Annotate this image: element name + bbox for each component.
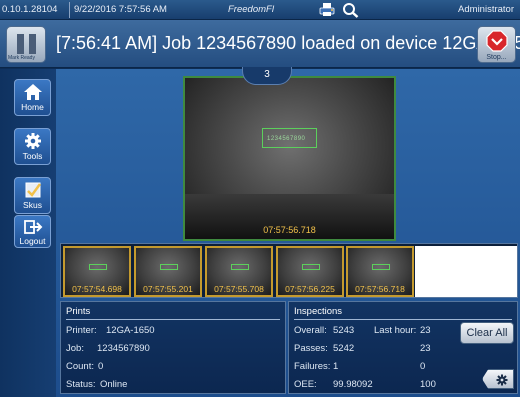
thumbnail[interactable]: 07:57:55.201 [134, 246, 202, 297]
passes-label: Passes: [294, 343, 328, 354]
divider [69, 2, 70, 18]
status-value: Online [100, 379, 128, 390]
gear-icon [496, 374, 508, 386]
skus-icon [25, 182, 41, 198]
thumbnail-timestamp: 07:57:54.698 [72, 284, 122, 294]
passes-value: 5242 [333, 343, 355, 354]
thumbnail-timestamp: 07:57:56.718 [355, 284, 405, 294]
thumbnail[interactable]: 07:57:55.708 [205, 246, 273, 297]
failures-hour-value: 0 [420, 361, 426, 372]
prints-title: Prints [66, 306, 91, 317]
app-name: FreedomFl [228, 4, 274, 15]
divider [294, 319, 512, 320]
camera-timestamp: 07:57:56.718 [263, 225, 316, 235]
thumbnail-empty-slot [415, 246, 517, 297]
pause-icon-bar [29, 34, 36, 54]
thumbnail-region [231, 264, 249, 270]
thumbnail-region [160, 264, 178, 270]
count-label: Count: [66, 361, 94, 372]
top-status-bar: 0.10.1.28104 9/22/2016 7:57:56 AM Freedo… [0, 0, 520, 20]
search-icon[interactable] [342, 2, 359, 21]
stop-icon [486, 30, 508, 52]
sidebar-item-logout[interactable]: Logout [14, 215, 51, 248]
job-value: 1234567890 [97, 343, 150, 354]
printer-icon[interactable] [319, 2, 335, 20]
sidebar-item-skus[interactable]: Skus [14, 177, 51, 214]
overall-label: Overall: [294, 325, 327, 336]
thumbnail-timestamp: 07:57:55.201 [143, 284, 193, 294]
pause-button[interactable]: Mark Ready [6, 26, 46, 63]
logout-icon [23, 220, 42, 234]
thumbnail[interactable]: 07:57:54.698 [63, 246, 131, 297]
thumbnail[interactable]: 07:57:56.718 [346, 246, 414, 297]
sidebar: Home Tools Skus Logout [0, 69, 56, 397]
camera-tab-number[interactable]: 3 [242, 67, 292, 85]
camera-live-view[interactable]: 1234567890 07:57:56.718 [183, 76, 396, 241]
failures-label: Failures: [294, 361, 331, 372]
home-icon [23, 84, 42, 100]
thumbnail-timestamp: 07:57:55.708 [214, 284, 264, 294]
printer-value: 12GA-1650 [106, 325, 155, 336]
divider [66, 319, 280, 320]
sidebar-item-label: Home [21, 102, 44, 112]
sidebar-item-label: Tools [22, 151, 43, 161]
thumbnail-timestamp: 07:57:56.225 [285, 284, 335, 294]
printer-label: Printer: [66, 325, 97, 336]
thumbnail-region [89, 264, 107, 270]
oee-value: 99.98092 [333, 379, 373, 390]
pause-icon [17, 34, 24, 54]
stop-button[interactable]: Stop... [477, 26, 516, 63]
inspections-title: Inspections [294, 306, 343, 317]
clear-all-button[interactable]: Clear All [460, 322, 514, 344]
sidebar-item-tools[interactable]: Tools [14, 128, 51, 165]
oee-label: OEE: [294, 379, 317, 390]
thumbnail-strip: 07:57:54.698 07:57:55.201 07:57:55.708 0… [60, 243, 518, 298]
thumbnail[interactable]: 07:57:56.225 [276, 246, 344, 297]
pause-button-label: Mark Ready [8, 55, 35, 61]
gear-icon [24, 133, 41, 149]
passes-hour-value: 23 [420, 343, 431, 354]
last-hour-label: Last hour: [374, 325, 417, 336]
ocr-text: 1234567890 [267, 136, 306, 142]
failures-value: 1 [333, 361, 339, 372]
user-name[interactable]: Administrator [458, 4, 514, 15]
sidebar-item-label: Logout [19, 236, 46, 246]
date-time: 9/22/2016 7:57:56 AM [74, 4, 167, 15]
status-message: [7:56:41 AM] Job 1234567890 loaded on de… [56, 33, 520, 53]
overall-value: 5243 [333, 325, 355, 336]
thumbnail-region [302, 264, 320, 270]
ip-address: 0.10.1.28104 [2, 4, 58, 15]
sidebar-item-home[interactable]: Home [14, 79, 51, 116]
last-hour-value: 23 [420, 325, 431, 336]
oee-hour-value: 100 [420, 379, 436, 390]
job-label: Job: [66, 343, 84, 354]
prints-panel: Prints Printer: 12GA-1650 Job: 123456789… [60, 301, 286, 394]
message-bar: Mark Ready [7:56:41 AM] Job 1234567890 l… [0, 20, 520, 68]
thumbnail-region [372, 264, 390, 270]
sidebar-item-label: Skus [23, 200, 42, 210]
status-label: Status: [66, 379, 96, 390]
count-value: 0 [98, 361, 104, 372]
stop-button-label: Stop... [486, 54, 507, 61]
settings-button[interactable] [482, 369, 514, 389]
